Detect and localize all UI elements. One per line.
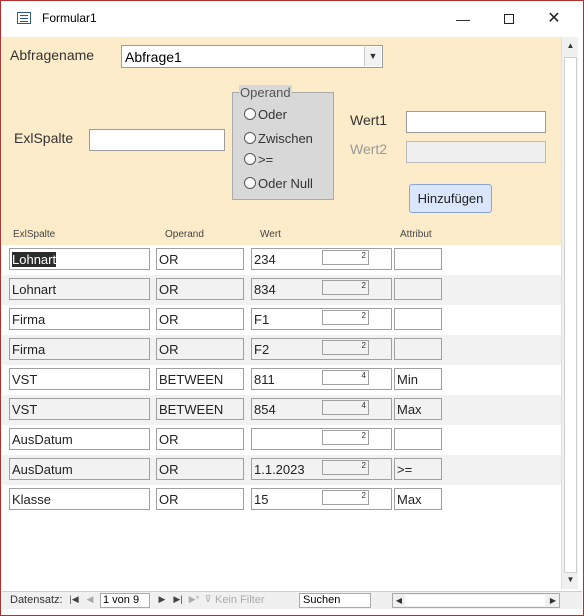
attribut-cell[interactable]: Min bbox=[394, 368, 442, 390]
attribut-cell[interactable]: Max bbox=[394, 398, 442, 420]
horizontal-scrollbar[interactable]: ◀ ▶ bbox=[392, 593, 560, 608]
hinzufuegen-button[interactable]: Hinzufügen bbox=[409, 184, 492, 213]
filter-status[interactable]: Kein Filter bbox=[215, 594, 265, 606]
number-cell[interactable]: 2 bbox=[322, 340, 369, 355]
table-row[interactable]: AusDatum OR 1.1.2023 2 >= bbox=[2, 455, 561, 485]
table-row[interactable]: Lohnart OR 234 2 bbox=[2, 245, 561, 275]
form-icon bbox=[17, 12, 31, 24]
operand-option-oder-null[interactable]: Oder Null bbox=[244, 176, 313, 194]
wert1-label: Wert1 bbox=[350, 112, 388, 128]
scroll-right-icon[interactable]: ▶ bbox=[547, 594, 559, 607]
operand-option-gte[interactable]: >= bbox=[244, 152, 273, 170]
operand-cell[interactable]: OR bbox=[156, 338, 244, 360]
operand-cell[interactable]: BETWEEN bbox=[156, 398, 244, 420]
operand-cell[interactable]: OR bbox=[156, 248, 244, 270]
abfragename-value: Abfrage1 bbox=[125, 49, 182, 65]
number-cell[interactable]: 2 bbox=[322, 490, 369, 505]
chevron-down-icon[interactable]: ▼ bbox=[364, 47, 381, 66]
operand-group-title: Operand bbox=[239, 85, 292, 100]
title-bar[interactable]: Formular1 — ✕ bbox=[1, 1, 583, 37]
number-cell[interactable]: 2 bbox=[322, 280, 369, 295]
table-row[interactable]: Lohnart OR 834 2 bbox=[2, 275, 561, 305]
form-window: Formular1 — ✕ Abfragename Abfrage1 ▼ Exl… bbox=[0, 0, 584, 616]
filter-icon: ⊽ bbox=[204, 594, 212, 604]
record-navigation-bar: Datensatz: |◀ ◀ 1 von 9 ▶ ▶| ▶* ⊽ Kein F… bbox=[2, 591, 582, 609]
exlspalte-cell[interactable]: Lohnart bbox=[9, 248, 150, 270]
table-row[interactable]: Klasse OR 15 2 Max bbox=[2, 485, 561, 515]
radio-icon bbox=[244, 108, 256, 120]
exlspalte-cell[interactable]: VST bbox=[9, 398, 150, 420]
next-record-icon[interactable]: ▶ bbox=[156, 594, 168, 605]
exlspalte-cell[interactable]: Firma bbox=[9, 338, 150, 360]
detail-section: Lohnart OR 234 2 Lohnart OR 834 2 Firma … bbox=[2, 245, 561, 587]
scroll-up-icon[interactable]: ▲ bbox=[562, 37, 579, 54]
horizontal-scroll-thumb[interactable] bbox=[405, 595, 545, 606]
attribut-cell[interactable]: Max bbox=[394, 488, 442, 510]
prev-record-icon[interactable]: ◀ bbox=[84, 594, 96, 605]
operand-option-zwischen[interactable]: Zwischen bbox=[244, 131, 313, 149]
number-cell[interactable]: 4 bbox=[322, 400, 369, 415]
minimize-button[interactable]: — bbox=[441, 1, 485, 37]
scroll-down-icon[interactable]: ▼ bbox=[562, 571, 579, 588]
exlspalte-cell[interactable]: Firma bbox=[9, 308, 150, 330]
table-row[interactable]: Firma OR F1 2 bbox=[2, 305, 561, 335]
column-header-wert: Wert bbox=[260, 229, 281, 240]
attribut-cell[interactable] bbox=[394, 428, 442, 450]
exlspalte-label: ExlSpalte bbox=[14, 130, 74, 146]
last-record-icon[interactable]: ▶| bbox=[172, 594, 184, 605]
exlspalte-cell[interactable]: VST bbox=[9, 368, 150, 390]
record-number-input[interactable]: 1 von 9 bbox=[100, 593, 150, 608]
table-row[interactable]: AusDatum OR 2 bbox=[2, 425, 561, 455]
abfragename-label: Abfragename bbox=[10, 47, 95, 63]
operand-cell[interactable]: OR bbox=[156, 488, 244, 510]
exlspalte-cell[interactable]: Klasse bbox=[9, 488, 150, 510]
maximize-button[interactable] bbox=[487, 1, 531, 37]
column-header-attribut: Attribut bbox=[400, 229, 432, 240]
scroll-thumb[interactable] bbox=[564, 57, 577, 573]
exlspalte-cell[interactable]: AusDatum bbox=[9, 428, 150, 450]
exlspalte-cell[interactable]: Lohnart bbox=[9, 278, 150, 300]
record-label: Datensatz: bbox=[10, 594, 63, 606]
maximize-icon bbox=[504, 14, 514, 24]
number-cell[interactable]: 2 bbox=[322, 430, 369, 445]
number-cell[interactable]: 2 bbox=[322, 460, 369, 475]
exlspalte-cell[interactable]: AusDatum bbox=[9, 458, 150, 480]
attribut-cell[interactable]: >= bbox=[394, 458, 442, 480]
abfragename-combo[interactable]: Abfrage1 ▼ bbox=[121, 45, 383, 68]
attribut-cell[interactable] bbox=[394, 278, 442, 300]
vertical-scrollbar[interactable]: ▲ ▼ bbox=[561, 37, 578, 589]
attribut-cell[interactable] bbox=[394, 248, 442, 270]
attribut-cell[interactable] bbox=[394, 338, 442, 360]
operand-cell[interactable]: OR bbox=[156, 278, 244, 300]
wert2-label: Wert2 bbox=[350, 141, 388, 157]
operand-option-oder[interactable]: Oder bbox=[244, 107, 287, 125]
operand-cell[interactable]: OR bbox=[156, 428, 244, 450]
table-row[interactable]: VST BETWEEN 854 4 Max bbox=[2, 395, 561, 425]
attribut-cell[interactable] bbox=[394, 308, 442, 330]
column-header-exlspalte: ExlSpalte bbox=[13, 229, 56, 240]
operand-cell[interactable]: OR bbox=[156, 308, 244, 330]
radio-icon bbox=[244, 153, 256, 165]
operand-cell[interactable]: OR bbox=[156, 458, 244, 480]
search-input[interactable]: Suchen bbox=[299, 593, 371, 608]
column-header-operand: Operand bbox=[165, 229, 204, 240]
table-row[interactable]: Firma OR F2 2 bbox=[2, 335, 561, 365]
number-cell[interactable]: 4 bbox=[322, 370, 369, 385]
radio-icon bbox=[244, 132, 256, 144]
operand-cell[interactable]: BETWEEN bbox=[156, 368, 244, 390]
number-cell[interactable]: 2 bbox=[322, 310, 369, 325]
table-row[interactable]: VST BETWEEN 811 4 Min bbox=[2, 365, 561, 395]
scroll-left-icon[interactable]: ◀ bbox=[393, 594, 405, 607]
wert1-input[interactable] bbox=[406, 111, 546, 133]
radio-icon bbox=[244, 177, 256, 189]
number-cell[interactable]: 2 bbox=[322, 250, 369, 265]
close-button[interactable]: ✕ bbox=[532, 1, 576, 37]
new-record-icon[interactable]: ▶* bbox=[188, 594, 200, 605]
exlspalte-input[interactable] bbox=[89, 129, 225, 151]
first-record-icon[interactable]: |◀ bbox=[68, 594, 80, 605]
window-title: Formular1 bbox=[42, 11, 97, 25]
wert2-input bbox=[406, 141, 546, 163]
